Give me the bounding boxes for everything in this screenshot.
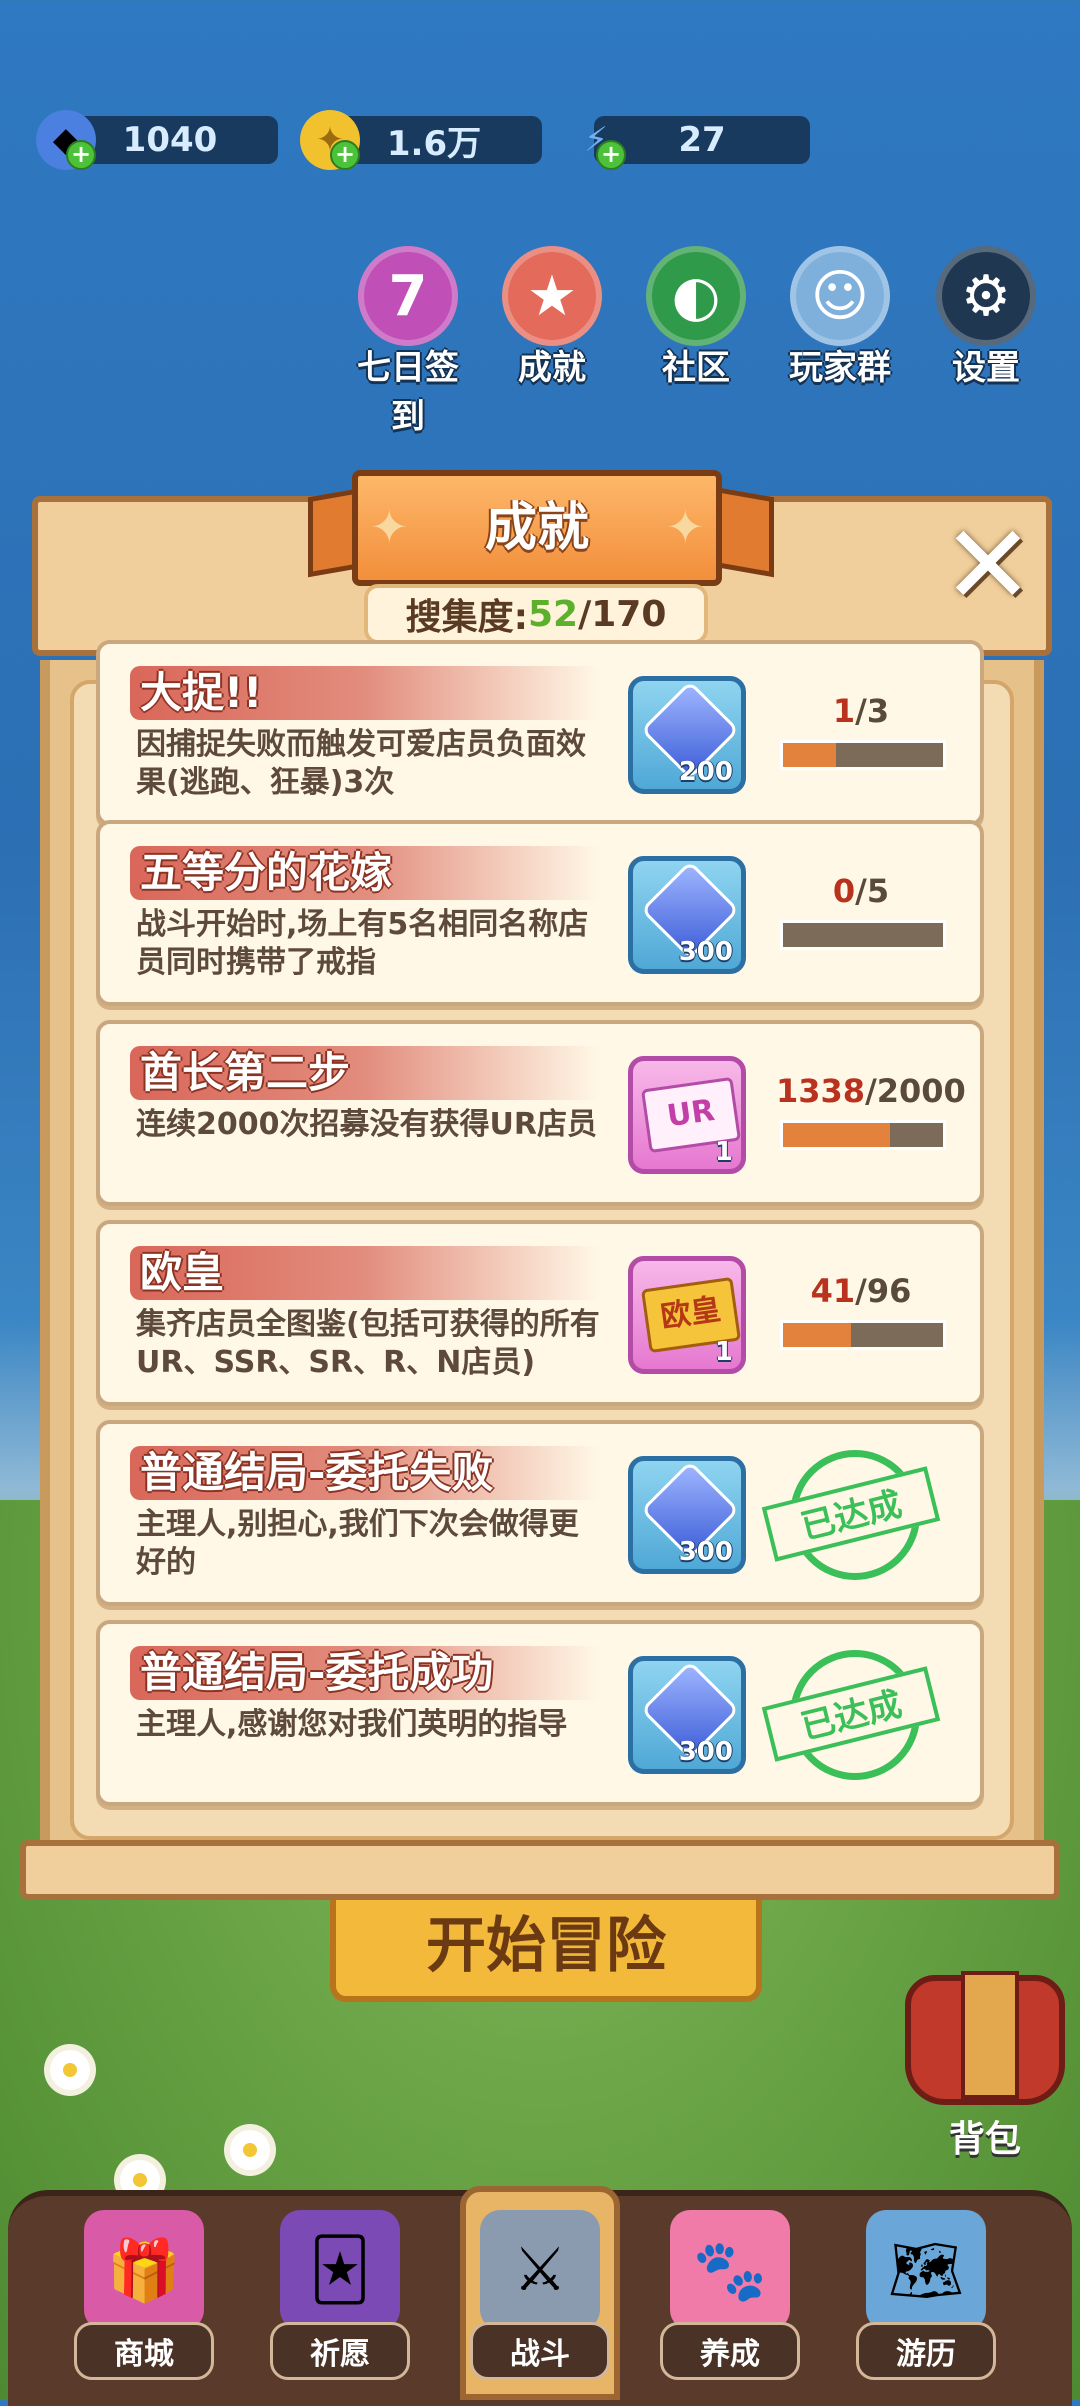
achievement-description: 连续2000次招募没有获得UR店员 <box>136 1107 597 1142</box>
achievement-card: 大捉!! 因捕捉失败而触发可爱店员负面效果(逃跑、狂暴)3次 200 1/3 <box>96 640 984 826</box>
flower-decoration <box>50 2050 90 2090</box>
paw-icon: 🐾 <box>670 2210 790 2330</box>
nav-label: 商城 <box>74 2322 214 2380</box>
achievement-title: 普通结局-委托成功 <box>130 1646 600 1700</box>
menu-seven-day[interactable]: 7 七日签到 <box>348 246 468 438</box>
sparkle-icon: ✦ <box>370 500 409 554</box>
energy-counter[interactable]: 27 <box>594 116 810 164</box>
progress-bar-fill <box>783 743 836 767</box>
penguin-icon: ☺ <box>790 246 890 346</box>
achievement-description: 主理人,别担心,我们下次会做得更好的 <box>136 1507 579 1580</box>
achievement-title: 普通结局-委托失败 <box>130 1446 600 1500</box>
coin-value: 1.6万 <box>386 123 482 164</box>
trophy-icon: ★ <box>502 246 602 346</box>
nav-item-map[interactable]: 🗺 游历 <box>846 2210 1006 2380</box>
achievement-title: 欧皇 <box>130 1246 600 1300</box>
backpack-icon[interactable] <box>905 1971 1065 2105</box>
achievement-card: 普通结局-委托成功 主理人,感谢您对我们英明的指导 300 已达成 <box>96 1620 984 1806</box>
achievement-title: 五等分的花嫁 <box>130 846 600 900</box>
progress-bar <box>780 920 946 950</box>
progress-bar <box>780 1120 946 1150</box>
map-icon: 🗺 <box>866 2210 986 2330</box>
achievement-panel-footer <box>20 1840 1060 1900</box>
achievement-description: 因捕捉失败而触发可爱店员负面效果(逃跑、狂暴)3次 <box>136 727 586 800</box>
shop-icon: 🎁 <box>84 2210 204 2330</box>
reward-item[interactable]: 300 <box>628 1656 746 1774</box>
reward-item[interactable]: 200 <box>628 676 746 794</box>
close-icon[interactable]: ✕ <box>940 510 1036 620</box>
progress-bar-fill <box>783 1123 891 1147</box>
menu-community[interactable]: ◐ 社区 <box>636 246 756 389</box>
gem-value: 1040 <box>122 120 218 160</box>
reward-item[interactable]: 300 <box>628 856 746 974</box>
menu-label: 设置 <box>952 348 1020 388</box>
nav-label: 养成 <box>660 2322 800 2380</box>
menu-label: 社区 <box>662 348 730 388</box>
menu-label: 成就 <box>518 348 586 388</box>
nav-label: 战斗 <box>470 2322 610 2380</box>
reward-count: 300 <box>678 1537 733 1567</box>
nav-item-shop[interactable]: 🎁 商城 <box>64 2210 224 2380</box>
nav-item-wish[interactable]: 🃏 祈愿 <box>260 2210 420 2380</box>
menu-label: 七日签到 <box>357 348 459 437</box>
progress-text: 41/96 <box>810 1272 912 1310</box>
reward-count: 1 <box>714 1337 733 1367</box>
collection-progress: 搜集度: 52/170 <box>364 584 708 644</box>
achievement-description: 主理人,感谢您对我们英明的指导 <box>136 1707 568 1742</box>
achievement-card: 欧皇 集齐店员全图鉴(包括可获得的所有UR、SSR、SR、R、N店员) 欧皇 1… <box>96 1220 984 1406</box>
menu-achievement[interactable]: ★ 成就 <box>492 246 612 389</box>
reward-item[interactable]: 欧皇 1 <box>628 1256 746 1374</box>
progress-text: 0/5 <box>832 872 890 910</box>
nav-label: 祈愿 <box>270 2322 410 2380</box>
nav-item-battle[interactable]: ⚔ 战斗 <box>460 2210 620 2380</box>
flower-decoration <box>230 2130 270 2170</box>
menu-player-group[interactable]: ☺ 玩家群 <box>780 246 900 389</box>
achievement-title: 酋长第二步 <box>130 1046 600 1100</box>
achievement-title: 大捉!! <box>130 666 600 720</box>
menu-settings[interactable]: ⚙ 设置 <box>926 246 1046 389</box>
battle-icon: ⚔ <box>480 2210 600 2330</box>
reward-count: 300 <box>678 1737 733 1767</box>
seven-day-icon: 7 <box>358 246 458 346</box>
nav-item-paw[interactable]: 🐾 养成 <box>650 2210 810 2380</box>
coin-icon[interactable]: ✦ + <box>300 110 360 170</box>
nav-label: 游历 <box>856 2322 996 2380</box>
progress-bar <box>780 740 946 770</box>
ribbon-tail <box>714 486 774 578</box>
reward-count: 1 <box>714 1137 733 1167</box>
modal-title: 成就 <box>484 498 589 558</box>
progress-text: 1/3 <box>832 692 890 730</box>
achievement-description: 集齐店员全图鉴(包括可获得的所有UR、SSR、SR、R、N店员) <box>136 1307 600 1380</box>
community-icon: ◐ <box>646 246 746 346</box>
gear-icon: ⚙ <box>936 246 1036 346</box>
gem-icon[interactable]: ◆ + <box>36 110 96 170</box>
progress-text: 1338/2000 <box>776 1072 966 1110</box>
reward-count: 200 <box>678 757 733 787</box>
progress-bar-fill <box>783 1323 852 1347</box>
energy-icon[interactable]: ⚡ + <box>566 110 626 170</box>
achievement-card: 酋长第二步 连续2000次招募没有获得UR店员 UR 1 1338/2000 <box>96 1020 984 1206</box>
menu-label: 玩家群 <box>789 348 891 388</box>
energy-value: 27 <box>678 120 726 160</box>
wish-icon: 🃏 <box>280 2210 400 2330</box>
reward-item[interactable]: UR 1 <box>628 1056 746 1174</box>
reward-item[interactable]: 300 <box>628 1456 746 1574</box>
progress-bar <box>780 1320 946 1350</box>
reward-count: 300 <box>678 937 733 967</box>
backpack-label: 背包 <box>948 2119 1021 2160</box>
sparkle-icon: ✦ <box>666 500 705 554</box>
achievement-description: 战斗开始时,场上有5名相同名称店员同时携带了戒指 <box>136 907 589 980</box>
achievement-card: 普通结局-委托失败 主理人,别担心,我们下次会做得更好的 300 已达成 <box>96 1420 984 1606</box>
achievement-card: 五等分的花嫁 战斗开始时,场上有5名相同名称店员同时携带了戒指 300 0/5 <box>96 820 984 1006</box>
